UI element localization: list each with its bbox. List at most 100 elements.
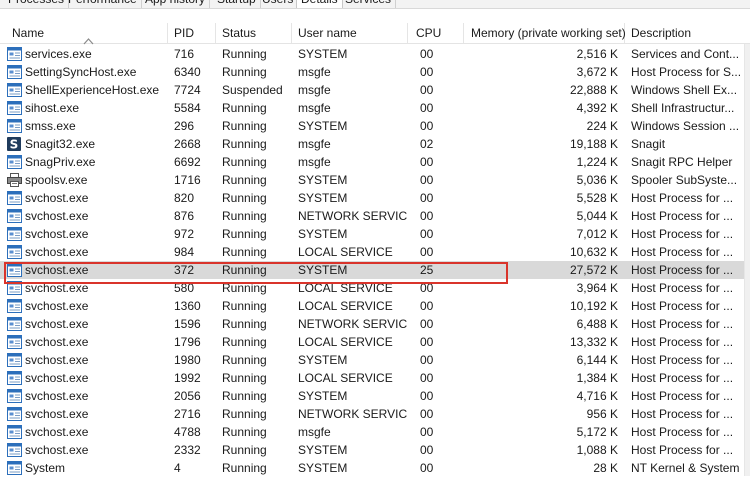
table-row[interactable]: svchost.exe 2716 Running NETWORK SERVICE 00 9… <box>0 405 750 423</box>
table-row[interactable]: svchost.exe 2332 Running SYSTEM 00 1,088 K Hos… <box>0 441 750 459</box>
table-row[interactable]: svchost.exe 372 Running SYSTEM 25 27,572 K Hos… <box>0 261 750 279</box>
svg-text:S: S <box>10 138 19 152</box>
column-header-user-name[interactable]: User name <box>298 23 408 43</box>
process-pid: 5584 <box>174 101 201 115</box>
table-row[interactable]: svchost.exe 2056 Running SYSTEM 00 4,716 K Hos… <box>0 387 750 405</box>
process-user-name: LOCAL SERVICE <box>298 299 393 313</box>
table-row[interactable]: ShellExperienceHost.exe 7724 Suspended msgf… <box>0 81 750 99</box>
process-user-name: msgfe <box>298 137 331 151</box>
table-row[interactable]: spoolsv.exe 1716 Running SYSTEM 00 5,036 K Spo… <box>0 171 750 189</box>
snagit-icon: S <box>7 137 22 152</box>
table-row[interactable]: svchost.exe 1796 Running LOCAL SERVICE 00 13,… <box>0 333 750 351</box>
table-row[interactable]: svchost.exe 1360 Running LOCAL SERVICE 00 10,… <box>0 297 750 315</box>
table-row[interactable]: SettingSyncHost.exe 6340 Running msgfe 00 3,6… <box>0 63 750 81</box>
table-row[interactable]: services.exe 716 Running SYSTEM 00 2,516 K Ser… <box>0 45 750 63</box>
tab-performance[interactable]: Performance <box>64 0 142 8</box>
table-row[interactable]: sihost.exe 5584 Running msgfe 00 4,392 K Shell… <box>0 99 750 117</box>
process-cpu: 00 <box>420 317 434 331</box>
process-description: Host Process for ... <box>631 191 734 205</box>
window-icon <box>7 101 22 115</box>
process-description: Host Process for ... <box>631 407 734 421</box>
process-name: svchost.exe <box>25 191 89 205</box>
tab-processes[interactable]: Processes <box>4 0 70 8</box>
process-name: SnagPriv.exe <box>25 155 96 169</box>
process-name: smss.exe <box>25 119 76 133</box>
tab-app-history[interactable]: App history <box>141 0 211 8</box>
process-user-name: msgfe <box>298 155 331 169</box>
column-header-description[interactable]: Description <box>631 23 741 43</box>
process-cpu: 00 <box>420 407 434 421</box>
process-name: svchost.exe <box>25 371 89 385</box>
process-memory: 28 K <box>593 461 618 475</box>
process-name: System <box>25 461 66 475</box>
process-list: services.exe 716 Running SYSTEM 00 2,516 K Ser… <box>0 45 750 477</box>
table-row[interactable]: svchost.exe 4788 Running msgfe 00 5,172 K Host… <box>0 423 750 441</box>
process-user-name: msgfe <box>298 101 331 115</box>
process-pid: 4 <box>174 461 181 475</box>
process-pid: 2332 <box>174 443 201 457</box>
process-cpu: 00 <box>420 389 434 403</box>
window-icon <box>7 281 22 295</box>
process-pid: 984 <box>174 245 195 259</box>
table-row[interactable]: svchost.exe 1992 Running LOCAL SERVICE 00 1,3… <box>0 369 750 387</box>
table-row[interactable]: svchost.exe 1596 Running NETWORK SERVICE 00 6… <box>0 315 750 333</box>
process-name: SettingSyncHost.exe <box>25 65 137 79</box>
table-row[interactable]: System 4 Running SYSTEM 00 28 K NT Kernel & Sy… <box>0 459 750 477</box>
tab-users[interactable]: Users <box>258 0 299 8</box>
tab-startup[interactable]: Startup <box>213 0 261 8</box>
window-icon <box>7 119 22 133</box>
process-memory: 5,044 K <box>576 209 618 223</box>
table-row[interactable]: S Snagit32.exe 2668 Running msgfe 02 19,188 K S… <box>0 135 750 153</box>
column-header-status[interactable]: Status <box>222 23 292 43</box>
process-memory: 1,384 K <box>576 371 618 385</box>
process-cpu: 00 <box>420 209 434 223</box>
table-row[interactable]: SnagPriv.exe 6692 Running msgfe 00 1,224 K Sna… <box>0 153 750 171</box>
column-header-memory[interactable]: Memory (private working set) <box>471 23 626 43</box>
process-pid: 1980 <box>174 353 201 367</box>
process-cpu: 00 <box>420 83 434 97</box>
process-description: Host Process for ... <box>631 227 734 241</box>
tab-services[interactable]: Services <box>341 0 397 8</box>
window-icon <box>7 407 22 421</box>
table-row[interactable]: svchost.exe 876 Running NETWORK SERVICE 00 5,… <box>0 207 750 225</box>
process-user-name: SYSTEM <box>298 227 348 241</box>
process-memory: 22,888 K <box>569 83 618 97</box>
process-pid: 820 <box>174 191 195 205</box>
column-header-pid[interactable]: PID <box>174 23 216 43</box>
table-row[interactable]: svchost.exe 820 Running SYSTEM 00 5,528 K Host… <box>0 189 750 207</box>
process-user-name: SYSTEM <box>298 353 348 367</box>
process-description: NT Kernel & System <box>631 461 740 475</box>
column-header-name[interactable]: Name <box>12 23 168 43</box>
table-row[interactable]: svchost.exe 972 Running SYSTEM 00 7,012 K Host… <box>0 225 750 243</box>
process-user-name: SYSTEM <box>298 461 348 475</box>
table-row[interactable]: svchost.exe 1980 Running SYSTEM 00 6,144 K Hos… <box>0 351 750 369</box>
process-pid: 296 <box>174 119 195 133</box>
process-status: Running <box>222 47 267 61</box>
process-name: svchost.exe <box>25 317 89 331</box>
vertical-scrollbar[interactable] <box>744 44 750 476</box>
process-cpu: 00 <box>420 65 434 79</box>
process-pid: 6340 <box>174 65 201 79</box>
process-description: Host Process for ... <box>631 263 734 277</box>
process-pid: 580 <box>174 281 195 295</box>
table-row[interactable]: svchost.exe 580 Running LOCAL SERVICE 00 3,96… <box>0 279 750 297</box>
process-pid: 972 <box>174 227 195 241</box>
table-row[interactable]: smss.exe 296 Running SYSTEM 00 224 K Windows S… <box>0 117 750 135</box>
table-row[interactable]: svchost.exe 984 Running LOCAL SERVICE 00 10,6… <box>0 243 750 261</box>
process-user-name: LOCAL SERVICE <box>298 335 393 349</box>
process-memory: 4,716 K <box>576 389 618 403</box>
column-header-cpu[interactable]: CPU <box>416 23 464 43</box>
process-user-name: LOCAL SERVICE <box>298 371 393 385</box>
process-status: Running <box>222 353 267 367</box>
process-user-name: LOCAL SERVICE <box>298 281 393 295</box>
process-cpu: 00 <box>420 173 434 187</box>
process-name: services.exe <box>25 47 92 61</box>
process-name: ShellExperienceHost.exe <box>25 83 160 97</box>
process-pid: 2716 <box>174 407 201 421</box>
process-cpu: 00 <box>420 299 434 313</box>
tab-details[interactable]: Details <box>296 0 343 8</box>
process-description: Host Process for ... <box>631 353 734 367</box>
process-status: Running <box>222 335 267 349</box>
process-memory: 5,172 K <box>576 425 618 439</box>
process-user-name: NETWORK SERVICE <box>298 317 408 331</box>
